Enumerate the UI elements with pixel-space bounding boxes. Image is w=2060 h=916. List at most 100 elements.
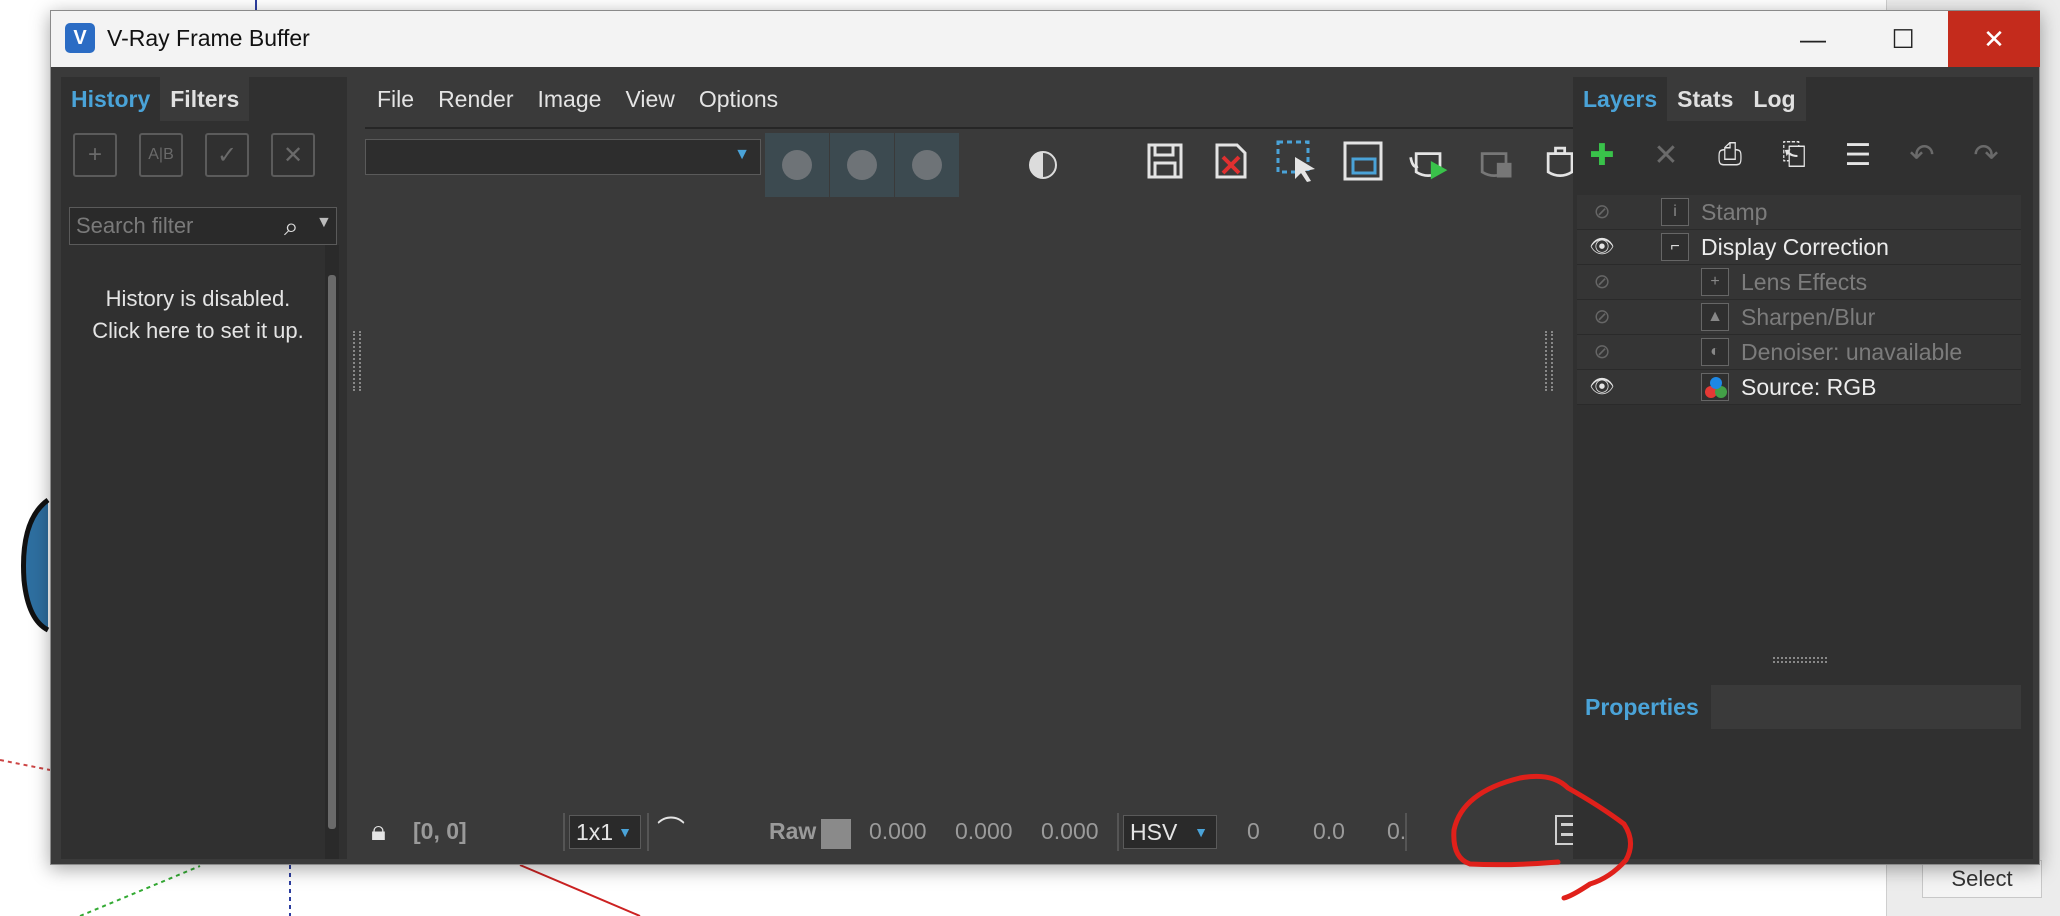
menu-bar: File Render Image View Options: [365, 77, 790, 121]
sample-size-value: 1x1: [576, 819, 614, 845]
vray-app-icon: V: [65, 23, 95, 53]
ab-compare-icon[interactable]: A|B: [139, 133, 183, 177]
maximize-button[interactable]: ☐: [1858, 11, 1948, 67]
render-view-area: File Render Image View Options ▼ 🔒︎ [0, …: [365, 77, 1595, 859]
blue-channel-button[interactable]: [895, 133, 959, 197]
status-divider: [647, 813, 649, 851]
status-divider: [563, 813, 565, 851]
status-divider: [1117, 813, 1119, 851]
green-channel-icon: [847, 150, 877, 180]
red-channel-button[interactable]: [765, 133, 829, 197]
stop-render-icon[interactable]: [1473, 135, 1517, 187]
load-layers-icon[interactable]: ⎗: [1773, 133, 1815, 177]
start-render-icon[interactable]: [1407, 135, 1451, 187]
search-filter-box: ⌕ ▼: [69, 207, 337, 245]
left-panel-tabs: History Filters: [61, 77, 250, 121]
menu-separator: [365, 127, 1593, 129]
visibility-off-icon[interactable]: ⊘: [1587, 339, 1617, 365]
alpha-channel-icon[interactable]: [1029, 151, 1057, 179]
menu-image[interactable]: Image: [526, 77, 614, 121]
render-toolbar: [1143, 135, 1583, 187]
right-splitter-handle[interactable]: [1545, 331, 1553, 391]
visibility-on-icon[interactable]: 👁︎: [1587, 374, 1617, 400]
hue-value: 0: [1247, 818, 1260, 844]
tab-history[interactable]: History: [61, 77, 161, 121]
undo-icon[interactable]: ↶: [1901, 133, 1943, 177]
visibility-off-icon[interactable]: ⊘: [1587, 304, 1617, 330]
history-message-line1: History is disabled.: [105, 286, 291, 311]
history-disabled-message[interactable]: History is disabled. Click here to set i…: [67, 283, 329, 347]
layer-row[interactable]: ⊘ + Lens Effects: [1577, 265, 2021, 300]
sample-size-select[interactable]: 1x1 ▼: [569, 815, 641, 849]
add-layer-icon[interactable]: ✚: [1581, 133, 1623, 177]
visibility-off-icon[interactable]: ⊘: [1587, 269, 1617, 295]
render-element-select[interactable]: ▼: [365, 139, 761, 175]
layer-name: Sharpen/Blur: [1741, 304, 1876, 330]
menu-options[interactable]: Options: [687, 77, 790, 121]
minimize-button[interactable]: —: [1768, 11, 1858, 67]
vray-frame-buffer-window: V V-Ray Frame Buffer — ☐ ✕ History Filte…: [50, 10, 2040, 865]
menu-view[interactable]: View: [613, 77, 686, 121]
layers-toolbar: ✚ ✕ ⎙ ⎗ ☰ ↶ ↷: [1581, 133, 2007, 177]
search-icon[interactable]: ⌕: [284, 212, 312, 240]
layer-presets-icon[interactable]: ☰: [1837, 133, 1879, 177]
tab-layers[interactable]: Layers: [1573, 77, 1668, 121]
blue-value: 0.000: [1041, 818, 1099, 844]
history-scrollbar-thumb[interactable]: [328, 275, 336, 829]
left-splitter-handle[interactable]: [353, 331, 361, 391]
properties-splitter-handle[interactable]: [1773, 657, 1827, 663]
history-panel: History Filters + A|B ✓ ✕ ⌕ ▼ History is…: [61, 77, 347, 859]
clear-image-icon[interactable]: [1209, 135, 1253, 187]
visibility-on-icon[interactable]: 👁︎: [1587, 234, 1617, 260]
add-history-icon[interactable]: +: [73, 133, 117, 177]
red-value: 0.000: [869, 818, 927, 844]
history-scrollbar[interactable]: [325, 245, 339, 859]
red-channel-icon: [782, 150, 812, 180]
layer-name: Display Correction: [1701, 234, 1889, 260]
menu-render[interactable]: Render: [426, 77, 525, 121]
rgb-source-icon: [1701, 373, 1729, 401]
layer-name: Stamp: [1701, 199, 1768, 225]
value-value: 0.: [1387, 818, 1407, 844]
layer-row[interactable]: ⊘ ◐ Denoiser: unavailable: [1577, 335, 2021, 370]
saturation-value: 0.0: [1313, 818, 1345, 844]
remove-history-icon[interactable]: ✕: [271, 133, 315, 177]
status-bar: 🔒︎ [0, 0] 1x1 ▼ ⌒ Raw 0.000 0.000 0.000 …: [365, 809, 1593, 853]
tab-stats[interactable]: Stats: [1667, 77, 1744, 121]
raw-mode-label[interactable]: Raw: [769, 809, 816, 853]
stamp-layer-icon: i: [1661, 198, 1689, 226]
visibility-off-icon[interactable]: ⊘: [1587, 199, 1617, 225]
layer-row[interactable]: 👁︎ Source: RGB: [1577, 370, 2021, 405]
title-bar[interactable]: V V-Ray Frame Buffer — ☐ ✕: [51, 11, 2040, 67]
maximize-icon: ☐: [1891, 23, 1915, 54]
tab-filters[interactable]: Filters: [160, 77, 250, 121]
color-space-select[interactable]: HSV ▼: [1123, 815, 1217, 849]
chevron-down-icon[interactable]: ▼: [316, 214, 332, 232]
render-frame-icon[interactable]: [1341, 135, 1385, 187]
region-render-icon[interactable]: [1275, 135, 1319, 187]
blue-channel-icon: [912, 150, 942, 180]
save-layers-icon[interactable]: ⎙: [1709, 133, 1751, 177]
search-filter-input[interactable]: [70, 208, 260, 244]
render-viewport[interactable]: [365, 201, 1593, 801]
redo-icon[interactable]: ↷: [1965, 133, 2007, 177]
history-message-line2[interactable]: Click here to set it up.: [67, 315, 329, 347]
green-channel-button[interactable]: [830, 133, 894, 197]
layer-row[interactable]: 👁︎ ⌐ Display Correction: [1577, 230, 2021, 265]
layer-row[interactable]: ⊘ i Stamp: [1577, 195, 2021, 230]
properties-label: Properties: [1585, 694, 1699, 720]
menu-file[interactable]: File: [365, 77, 426, 121]
tab-log[interactable]: Log: [1743, 77, 1806, 121]
load-history-icon[interactable]: ✓: [205, 133, 249, 177]
save-image-icon[interactable]: [1143, 135, 1187, 187]
layer-row[interactable]: ⊘ ▲ Sharpen/Blur: [1577, 300, 2021, 335]
close-button[interactable]: ✕: [1948, 11, 2040, 67]
curve-icon[interactable]: ⌒: [657, 809, 685, 853]
delete-layer-icon[interactable]: ✕: [1645, 133, 1687, 177]
lock-coords-icon[interactable]: 🔒︎: [371, 809, 386, 853]
close-icon: ✕: [1983, 23, 2005, 54]
denoiser-icon: ◐: [1701, 338, 1729, 366]
select-button[interactable]: Select: [1922, 860, 2042, 898]
window-title: V-Ray Frame Buffer: [107, 25, 310, 51]
minimize-icon: —: [1800, 23, 1826, 54]
